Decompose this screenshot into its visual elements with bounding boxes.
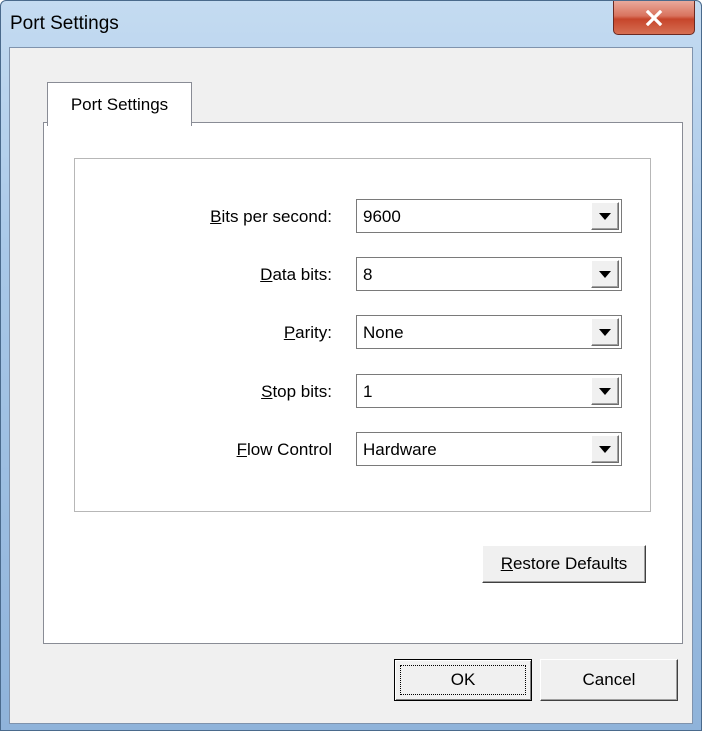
bits-per-second-dropdown-button[interactable] — [591, 202, 619, 230]
field-row-bits-per-second: Bits per second: 9600 — [75, 199, 650, 233]
cancel-button-label: Cancel — [582, 670, 636, 689]
field-row-data-bits: Data bits: 8 — [75, 257, 650, 291]
chevron-down-icon — [599, 270, 611, 278]
bits-per-second-label: Bits per second: — [210, 207, 332, 226]
close-icon — [645, 9, 663, 26]
title-bar[interactable]: Port Settings — [1, 1, 701, 47]
field-row-stop-bits: Stop bits: 1 — [75, 374, 650, 408]
flow-control-dropdown-button[interactable] — [591, 435, 619, 463]
chevron-down-icon — [599, 328, 611, 336]
data-bits-label: Data bits: — [260, 265, 332, 284]
parity-label: Parity: — [283, 323, 332, 342]
chevron-down-icon — [599, 445, 611, 453]
stop-bits-select[interactable]: 1 — [356, 374, 622, 408]
cancel-button[interactable]: Cancel — [540, 659, 678, 701]
dialog-window: Port Settings Port Settings Bits per sec… — [0, 0, 702, 731]
tab-port-settings[interactable]: Port Settings — [47, 82, 192, 126]
window-title: Port Settings — [10, 13, 119, 34]
parity-dropdown-button[interactable] — [591, 318, 619, 346]
chevron-down-icon — [599, 387, 611, 395]
settings-group: Bits per second: 9600 Data bits: 8 Parit… — [74, 158, 651, 512]
bits-per-second-select[interactable]: 9600 — [356, 199, 622, 233]
dialog-client-area: Port Settings Bits per second: 9600 Data… — [9, 47, 693, 724]
data-bits-value: 8 — [363, 265, 373, 284]
field-row-flow-control: Flow Control Hardware — [75, 432, 650, 466]
restore-defaults-button[interactable]: Restore Defaults — [482, 545, 646, 583]
chevron-down-icon — [599, 212, 611, 220]
close-button[interactable] — [613, 1, 695, 35]
data-bits-dropdown-button[interactable] — [591, 260, 619, 288]
flow-control-value: Hardware — [363, 440, 437, 459]
stop-bits-label: Stop bits: — [261, 382, 332, 401]
tab-panel: Bits per second: 9600 Data bits: 8 Parit… — [43, 122, 683, 644]
field-row-parity: Parity: None — [75, 315, 650, 349]
parity-select[interactable]: None — [356, 315, 622, 349]
data-bits-select[interactable]: 8 — [356, 257, 622, 291]
focus-rectangle — [400, 665, 526, 695]
bits-per-second-value: 9600 — [363, 207, 401, 226]
flow-control-select[interactable]: Hardware — [356, 432, 622, 466]
stop-bits-value: 1 — [363, 382, 373, 401]
flow-control-label: Flow Control — [236, 440, 332, 459]
tab-label: Port Settings — [70, 94, 169, 114]
ok-button[interactable]: OK — [394, 659, 532, 701]
stop-bits-dropdown-button[interactable] — [591, 377, 619, 405]
parity-value: None — [363, 323, 404, 342]
